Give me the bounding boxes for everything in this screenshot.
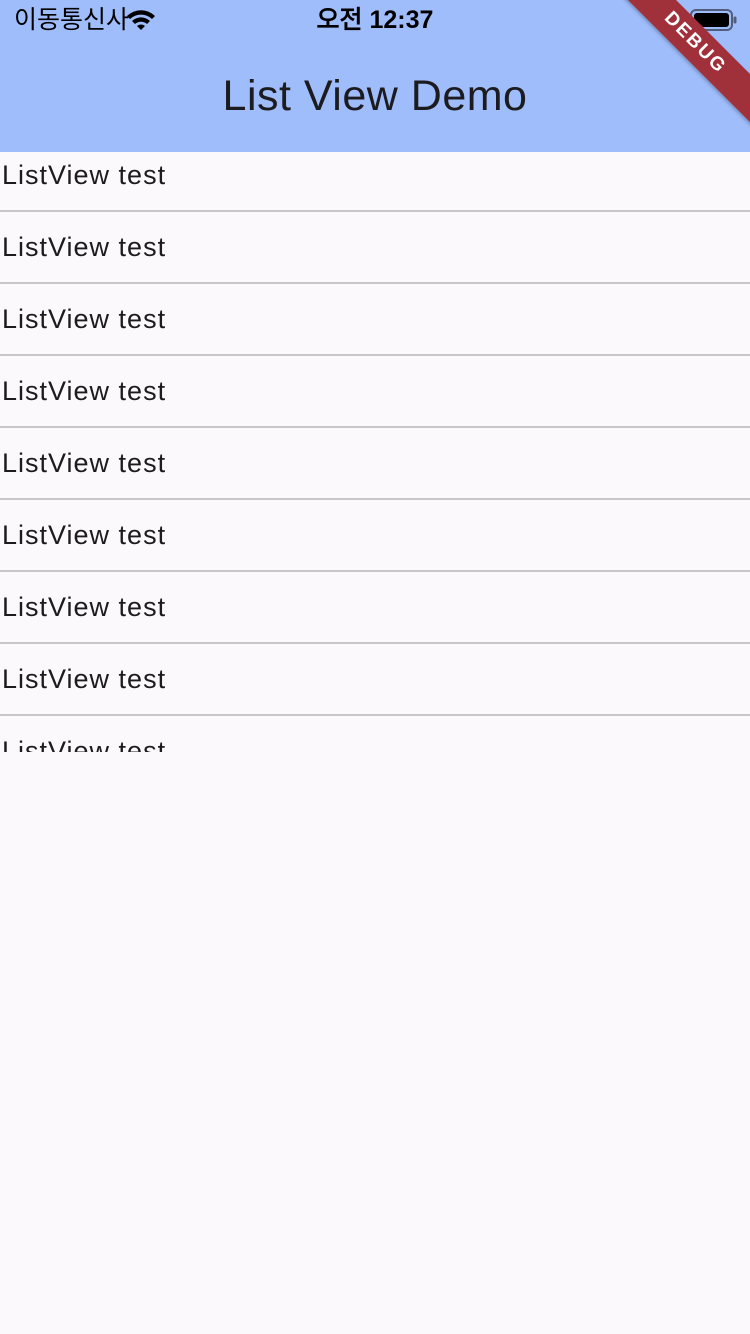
list-divider [0,570,750,572]
list-item-label: ListView test [2,448,167,478]
list-item-label: ListView test [2,520,167,550]
list-divider [0,282,750,284]
list-item-label: ListView test [2,664,167,694]
list-view[interactable]: ListView test ListView test ListView test L… [0,152,750,752]
list-item[interactable]: ListView test [0,224,750,296]
list-divider [0,714,750,716]
list-item[interactable]: ListView test [0,728,750,752]
list-item[interactable]: ListView test [0,656,750,728]
page-title: List View Demo [222,72,528,120]
header: 이동통신사 오전 12:37 List View Demo [0,0,750,152]
list-item[interactable]: ListView test [0,368,750,440]
list-divider [0,642,750,644]
list-divider [0,354,750,356]
list-item[interactable]: ListView test [0,152,750,224]
list-item-label: ListView test [2,592,167,622]
list-item-label: ListView test [2,376,167,406]
list-item[interactable]: ListView test [0,584,750,656]
list-divider [0,498,750,500]
app-bar: List View Demo [0,40,750,152]
list-item-label: ListView test [2,232,167,262]
list-item-label: ListView test [2,304,167,334]
list-divider [0,426,750,428]
list-divider [0,210,750,212]
list-item[interactable]: ListView test [0,440,750,512]
list-item[interactable]: ListView test [0,296,750,368]
list-item-label: ListView test [2,160,167,190]
list-item[interactable]: ListView test [0,512,750,584]
list-item-label: ListView test [2,736,167,752]
